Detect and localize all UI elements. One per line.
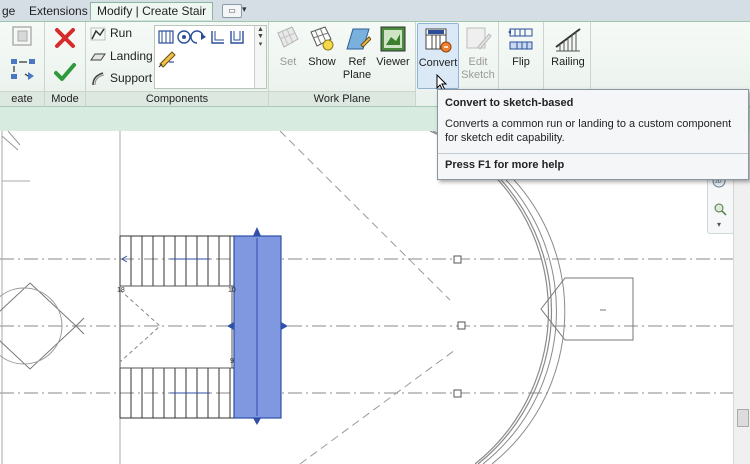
panel-create: eate [0, 22, 45, 107]
ribbon-tab-bar: ge Extensions Modify | Create Stair ▭ ▾ [0, 0, 750, 22]
pencil-sketch-icon[interactable] [158, 51, 176, 68]
zoom-icon[interactable] [714, 203, 727, 216]
ref-plane-label-1: Ref [348, 56, 366, 68]
dim-right-top: 10 [228, 287, 236, 294]
checkmark-icon [54, 63, 76, 81]
l-winder-icon[interactable] [211, 31, 224, 44]
railing-label: Railing [551, 56, 585, 68]
viewer-button[interactable]: Viewer [375, 25, 411, 69]
drawing-canvas[interactable]: 18 10 9 2D ▾ [0, 131, 750, 464]
run-button[interactable]: Run [90, 24, 132, 42]
show-plane-icon [308, 25, 336, 53]
scroll-thumb[interactable] [737, 409, 749, 427]
flip-label: Flip [512, 56, 530, 68]
panel-mode-label: Mode [45, 91, 85, 107]
run-label: Run [110, 26, 133, 40]
panel-components: Run Landing Support ▲ ▼ ▾ Components [86, 22, 269, 107]
support-icon [90, 72, 106, 86]
grid-plane-icon [274, 25, 302, 53]
convert-tooltip: Convert to sketch-based Converts a commo… [437, 89, 749, 180]
support-label: Support [110, 71, 153, 85]
viewer-label: Viewer [376, 56, 410, 68]
chevron-down-icon[interactable]: ▾ [717, 220, 721, 229]
landing-icon [90, 50, 106, 64]
straight-run-icon[interactable] [158, 30, 174, 44]
gallery-scroll[interactable]: ▲ ▼ ▾ [254, 26, 266, 88]
tooltip-divider [438, 153, 748, 154]
dim-left: 18 [117, 287, 125, 294]
edit-sketch-label-1: Edit [468, 56, 488, 68]
ref-plane-icon [343, 25, 372, 53]
set-button[interactable]: Set [273, 25, 303, 69]
run-icon [90, 27, 106, 41]
chevron-down-icon[interactable]: ▾ [242, 4, 247, 15]
vertical-scrollbar[interactable] [733, 131, 750, 464]
spiral-run-icon[interactable] [177, 30, 191, 44]
landing-label: Landing [110, 49, 153, 63]
set-label: Set [279, 56, 297, 68]
show-button[interactable]: Show [307, 25, 337, 69]
close-icon [55, 28, 75, 48]
ref-plane-label-2: Plane [342, 69, 372, 81]
viewer-icon [379, 25, 407, 53]
panel-components-label: Components [86, 91, 268, 107]
quick-access-toggle[interactable]: ▭ [222, 4, 242, 18]
edit-sketch-icon [464, 25, 492, 53]
finish-edit-mode-button[interactable] [53, 60, 77, 84]
railing-icon [554, 25, 582, 53]
stair-create-icon[interactable] [10, 24, 36, 50]
u-winder-icon[interactable] [230, 31, 244, 44]
pick-icon[interactable] [9, 56, 37, 84]
components-gallery[interactable]: ▲ ▼ ▾ [154, 25, 267, 89]
tab-modify-create-stair[interactable]: Modify | Create Stair [90, 2, 214, 20]
tooltip-title: Convert to sketch-based [445, 97, 574, 109]
tooltip-help: Press F1 for more help [445, 159, 565, 171]
convert-icon [424, 26, 452, 54]
dim-right-bottom: 9 [230, 358, 234, 365]
panel-work-plane: Set Show Ref Plane Viewer Work Plane [269, 22, 416, 107]
tab-extensions[interactable]: Extensions [29, 3, 88, 20]
panel-mode: Mode [45, 22, 86, 107]
edit-sketch-button[interactable]: Edit Sketch [460, 25, 496, 82]
flip-icon [507, 25, 535, 53]
show-label: Show [308, 56, 336, 68]
convert-label: Convert [418, 57, 458, 69]
panel-work-plane-label: Work Plane [269, 91, 415, 107]
center-spiral-icon[interactable] [190, 30, 206, 44]
edit-sketch-label-2: Sketch [461, 69, 495, 81]
landing-button[interactable]: Landing [90, 47, 153, 65]
panel-create-label: eate [0, 91, 44, 107]
tab-prev[interactable]: ge [2, 3, 15, 20]
railing-button[interactable]: Railing [548, 25, 588, 69]
support-button[interactable]: Support [90, 69, 152, 87]
cancel-edit-mode-button[interactable] [53, 26, 77, 50]
tooltip-description: Converts a common run or landing to a cu… [445, 118, 732, 144]
ref-plane-button[interactable]: Ref Plane [341, 25, 373, 82]
navigation-bar[interactable]: 2D ▾ [707, 172, 734, 234]
flip-button[interactable]: Flip [503, 25, 539, 69]
